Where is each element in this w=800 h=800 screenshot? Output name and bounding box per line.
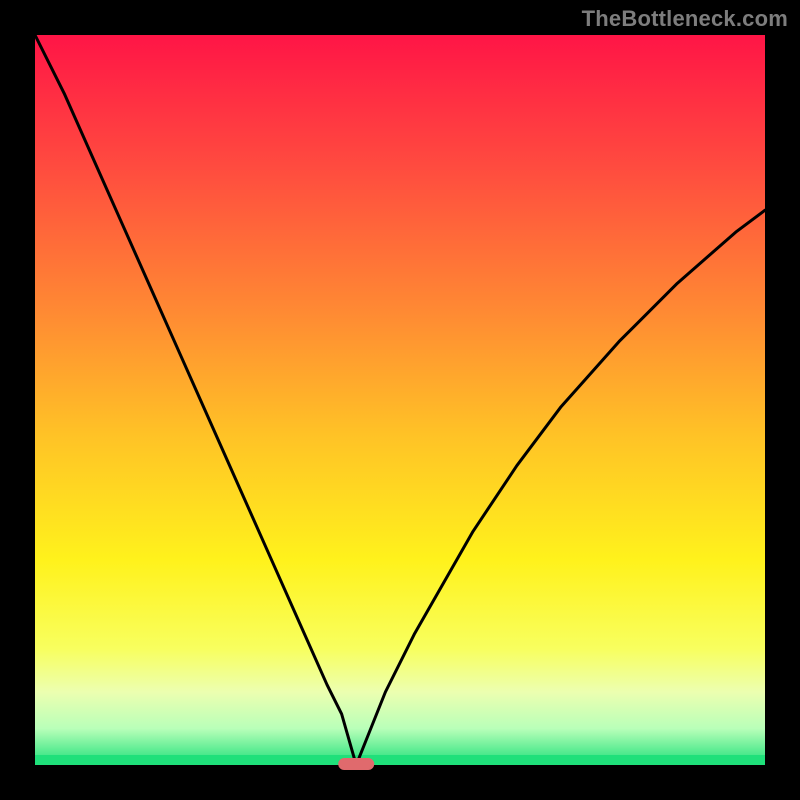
chart-stage: TheBottleneck.com [0, 0, 800, 800]
green-baseline [35, 755, 765, 765]
plot-background [35, 35, 765, 765]
min-marker-pill [338, 758, 374, 770]
chart-svg [0, 0, 800, 800]
watermark-text: TheBottleneck.com [582, 6, 788, 32]
